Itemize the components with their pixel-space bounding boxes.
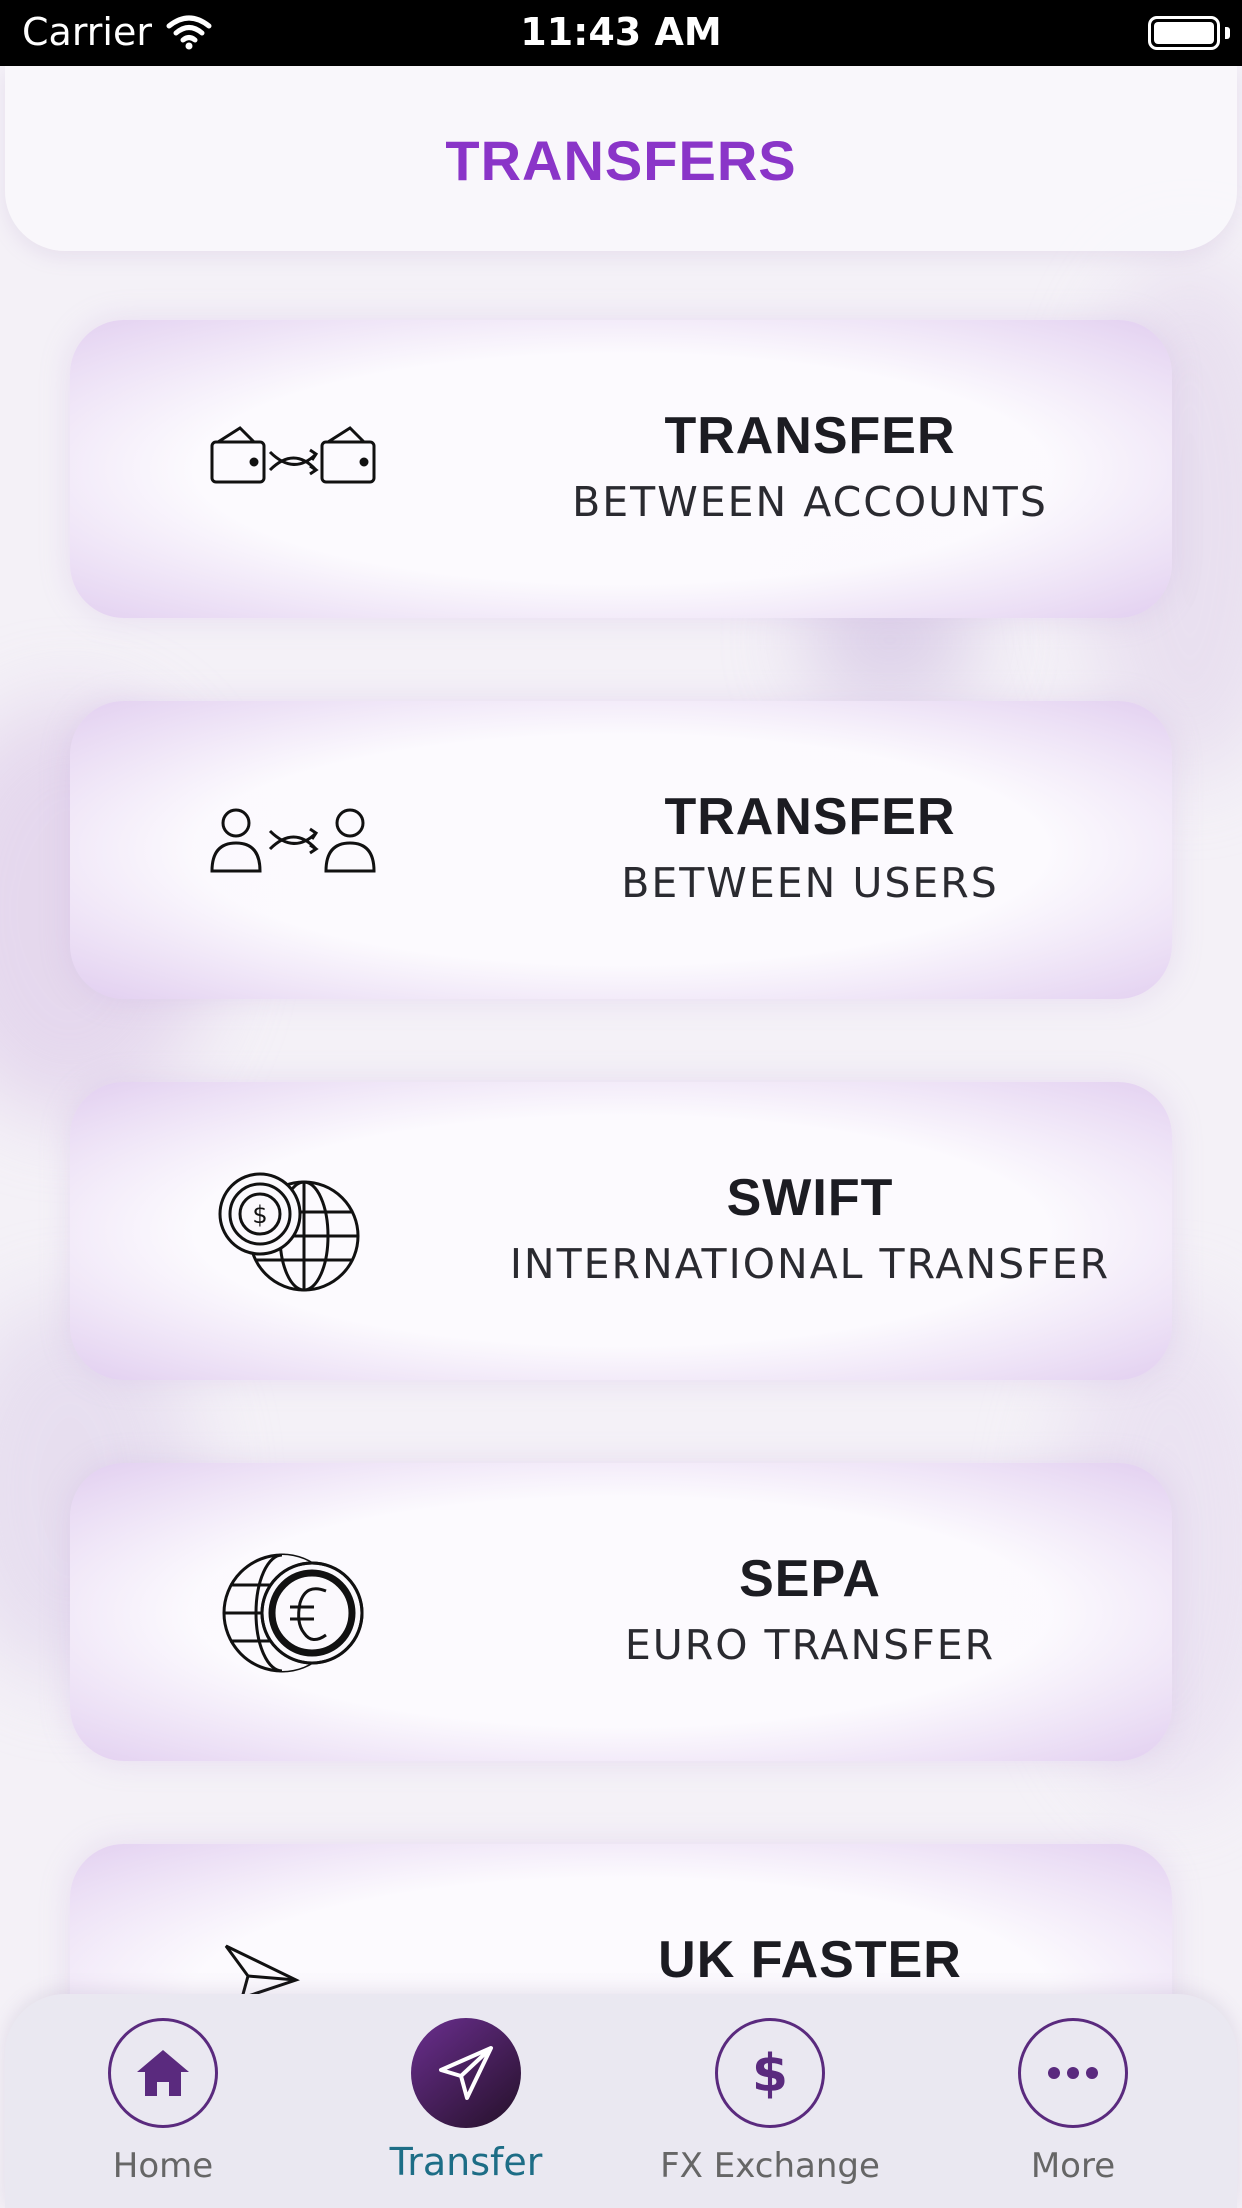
card-title: UK FASTER xyxy=(658,1931,962,1989)
sepa-transfer-card[interactable]: SEPA EURO TRANSFER xyxy=(70,1463,1172,1761)
coin-globe-icon: $ xyxy=(218,1172,360,1292)
paper-plane-icon xyxy=(224,1944,300,2001)
tab-label: More xyxy=(1030,2146,1116,2186)
card-title: SEPA xyxy=(739,1550,881,1608)
header: TRANSFERS xyxy=(5,66,1237,251)
card-subtitle: EURO TRANSFER xyxy=(624,1621,996,1669)
tab-label: Home xyxy=(112,2146,214,2186)
more-dots-icon xyxy=(1048,2067,1098,2079)
card-subtitle: BETWEEN USERS xyxy=(621,859,999,907)
card-subtitle: BETWEEN ACCOUNTS xyxy=(572,478,1048,526)
card-title: TRANSFER xyxy=(664,788,956,846)
transfer-button[interactable] xyxy=(411,2018,521,2128)
transfer-between-users-card[interactable]: TRANSFER BETWEEN USERS xyxy=(70,701,1172,999)
euro-globe-icon xyxy=(222,1553,364,1673)
page-title: TRANSFERS xyxy=(445,129,797,192)
transfer-between-accounts-card[interactable]: TRANSFER BETWEEN ACCOUNTS xyxy=(70,320,1172,618)
tab-transfer[interactable]: Transfer xyxy=(346,2018,586,2184)
card-title: SWIFT xyxy=(726,1169,894,1227)
tab-label: Transfer xyxy=(389,2140,543,2184)
card-subtitle: INTERNATIONAL TRANSFER xyxy=(509,1240,1111,1288)
tab-bar: Home Transfer $ FX Exchange More xyxy=(5,1994,1237,2208)
wallet-transfer-icon xyxy=(210,426,376,484)
dollar-icon: $ xyxy=(752,2044,788,2103)
paper-plane-icon xyxy=(439,2046,493,2100)
status-bar: Carrier 11:43 AM xyxy=(0,0,1242,66)
svg-text:$: $ xyxy=(752,2044,788,2103)
tab-more[interactable]: More xyxy=(953,2018,1193,2186)
tab-home[interactable]: Home xyxy=(43,2018,283,2186)
home-icon xyxy=(137,2050,189,2096)
swift-transfer-card[interactable]: $ SWIFT INTERNATIONAL TRANSFER xyxy=(70,1082,1172,1380)
fx-exchange-button[interactable]: $ xyxy=(715,2018,825,2128)
tab-label: FX Exchange xyxy=(660,2146,880,2186)
card-title: TRANSFER xyxy=(664,407,956,465)
battery-icon xyxy=(1148,16,1220,50)
users-transfer-icon xyxy=(210,808,376,873)
tab-fx-exchange[interactable]: $ FX Exchange xyxy=(650,2018,890,2186)
more-button[interactable] xyxy=(1018,2018,1128,2128)
clock: 11:43 AM xyxy=(520,10,722,54)
svg-text:$: $ xyxy=(252,1201,267,1229)
home-button[interactable] xyxy=(108,2018,218,2128)
